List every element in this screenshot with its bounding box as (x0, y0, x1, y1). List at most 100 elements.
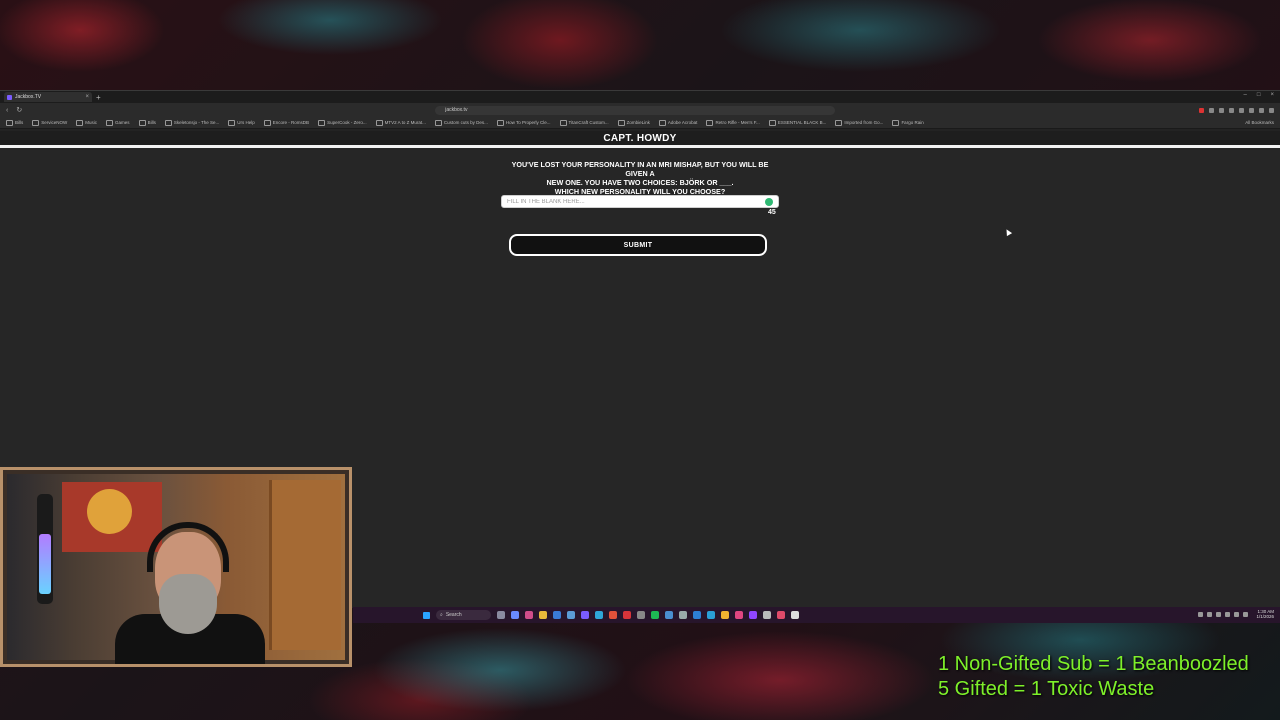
streamer-beard (159, 574, 217, 634)
app-icon[interactable] (763, 611, 771, 619)
bookmark-item[interactable]: Retro Rifle - Men's F... (706, 120, 759, 126)
password-manager-icon[interactable] (765, 198, 773, 206)
app-icon[interactable] (497, 611, 505, 619)
bookmark-item[interactable]: Fargo Rain (892, 120, 923, 126)
search-label: Search (445, 612, 462, 618)
extension-icon[interactable] (1209, 107, 1214, 113)
bookmark-item[interactable]: Adobe Acrobat (659, 120, 698, 126)
webcam-overlay (0, 467, 352, 667)
tab-bar: Jackbox.TV × + – □ × (0, 91, 1280, 103)
volume-icon[interactable] (1243, 611, 1249, 617)
address-bar: ‹ ↻ jackbox.tv (0, 103, 1280, 117)
url-field[interactable]: jackbox.tv (435, 105, 836, 115)
windows-start-icon[interactable] (423, 611, 430, 619)
bookmark-item[interactable]: Imported from Go... (835, 120, 883, 126)
tab-jackbox[interactable]: Jackbox.TV × (4, 92, 92, 102)
app-icon[interactable] (735, 611, 743, 619)
bookmark-item[interactable]: ESSENTIAL BLACK B... (769, 120, 827, 126)
bookmark-item[interactable]: Skeletonsjo - The Se... (165, 120, 219, 126)
clock-date: 1/1/2026 (1256, 614, 1274, 619)
new-tab-button[interactable]: + (96, 93, 101, 102)
app-icon[interactable] (791, 611, 799, 619)
tray-icon[interactable] (1207, 611, 1213, 617)
bookmark-item[interactable]: How To Properly Cle... (497, 120, 551, 126)
app-icon[interactable] (553, 611, 561, 619)
flag-skull-graphic (87, 489, 132, 534)
extension-icon[interactable] (1229, 107, 1234, 113)
app-icon[interactable] (693, 611, 701, 619)
sub-goal-line: 1 Non-Gifted Sub = 1 Beanboozled (938, 653, 1249, 675)
app-icon[interactable] (637, 611, 645, 619)
jackbox-favicon-icon (7, 94, 12, 100)
bookmark-item[interactable]: Bills (6, 120, 23, 126)
wifi-icon[interactable] (1234, 611, 1240, 617)
player-header: CAPT. HOWDY (0, 131, 1280, 148)
app-icon[interactable] (525, 611, 533, 619)
tray-icon[interactable] (1225, 611, 1231, 617)
back-icon[interactable]: ‹ (6, 107, 8, 114)
app-icon[interactable] (665, 611, 673, 619)
system-tray: 1:30 AM 1/1/2026 (1198, 609, 1274, 619)
tab-close-icon[interactable]: × (85, 94, 89, 100)
app-icon[interactable] (623, 611, 631, 619)
character-count: 45 (768, 209, 776, 216)
extension-icon[interactable] (1249, 107, 1254, 113)
spotify-icon[interactable] (651, 611, 659, 619)
bookmarks-bar: Bills ServiceNOW Music Games Bills Skele… (0, 117, 1280, 129)
tab-label: Jackbox.TV (15, 94, 42, 100)
bookmark-item[interactable]: TitanCraft Custom... (560, 120, 609, 126)
bookmark-item[interactable]: Urs Help (228, 120, 255, 126)
sub-goal-line: 5 Gifted = 1 Toxic Waste (938, 678, 1155, 700)
extension-icon[interactable] (1259, 107, 1264, 113)
prompt-line: YOU'VE LOST YOUR PERSONALITY IN AN MRI M… (511, 160, 769, 178)
bookmark-item[interactable]: SuperCook - Zero... (318, 120, 367, 126)
task-view-icon[interactable] (511, 611, 519, 619)
bookmark-item[interactable]: Custom cuts by Des... (435, 120, 488, 126)
extension-icon[interactable] (1219, 107, 1224, 113)
bookmark-item[interactable]: Music (76, 120, 97, 126)
app-icon[interactable] (567, 611, 575, 619)
bookmark-item[interactable]: Games (106, 120, 130, 126)
bookmark-item[interactable]: Bills (139, 120, 156, 126)
door (269, 480, 341, 650)
extension-icon[interactable] (1239, 107, 1244, 113)
all-bookmarks-button[interactable]: All Bookmarks (1245, 120, 1274, 125)
tray-icon[interactable] (1198, 611, 1204, 617)
bookmark-item[interactable]: ZombieLink (618, 120, 650, 126)
reload-icon[interactable]: ↻ (16, 106, 22, 114)
search-icon: ⌕ (440, 612, 443, 618)
brave-icon[interactable] (609, 611, 617, 619)
app-icon[interactable] (581, 611, 589, 619)
app-icon[interactable] (707, 611, 715, 619)
taskbar-clock[interactable]: 1:30 AM 1/1/2026 (1256, 609, 1274, 619)
bookmark-item[interactable]: ServiceNOW (32, 120, 67, 126)
sub-goal-overlay: 1 Non-Gifted Sub = 1 Beanboozled 5 Gifte… (938, 652, 1249, 702)
menu-icon[interactable] (1269, 107, 1274, 113)
submit-button[interactable]: SUBMIT (509, 234, 767, 256)
webcam-feed (7, 474, 345, 664)
twitch-icon[interactable] (749, 611, 757, 619)
close-window-icon[interactable]: × (1270, 92, 1274, 98)
maximize-icon[interactable]: □ (1257, 92, 1261, 98)
windows-taskbar: ⌕ Search 1:30 AM 1/1/2026 (353, 607, 1280, 623)
chrome-icon[interactable] (721, 611, 729, 619)
answer-field-container (501, 195, 779, 208)
bookmark-item[interactable]: Encore - RomsDB (264, 120, 309, 126)
extensions-toolbar (1199, 107, 1274, 113)
prompt-line: NEW ONE. YOU HAVE TWO CHOICES: BJÖRK OR … (546, 178, 734, 187)
rgb-light (39, 534, 51, 594)
window-controls: – □ × (1244, 92, 1274, 98)
minimize-icon[interactable]: – (1244, 92, 1247, 98)
bookmark-item[interactable]: MTV2 A to Z Murat... (376, 120, 426, 126)
app-icon[interactable] (679, 611, 687, 619)
answer-input[interactable] (507, 198, 757, 205)
tray-icon[interactable] (1216, 611, 1222, 617)
file-explorer-icon[interactable] (539, 611, 547, 619)
player-name: CAPT. HOWDY (603, 132, 677, 144)
prompt-text: YOU'VE LOST YOUR PERSONALITY IN AN MRI M… (500, 160, 780, 196)
taskbar-search[interactable]: ⌕ Search (436, 610, 491, 620)
edge-icon[interactable] (595, 611, 603, 619)
mouse-cursor-icon (1003, 227, 1013, 237)
app-icon[interactable] (777, 611, 785, 619)
extension-icon[interactable] (1199, 107, 1204, 113)
